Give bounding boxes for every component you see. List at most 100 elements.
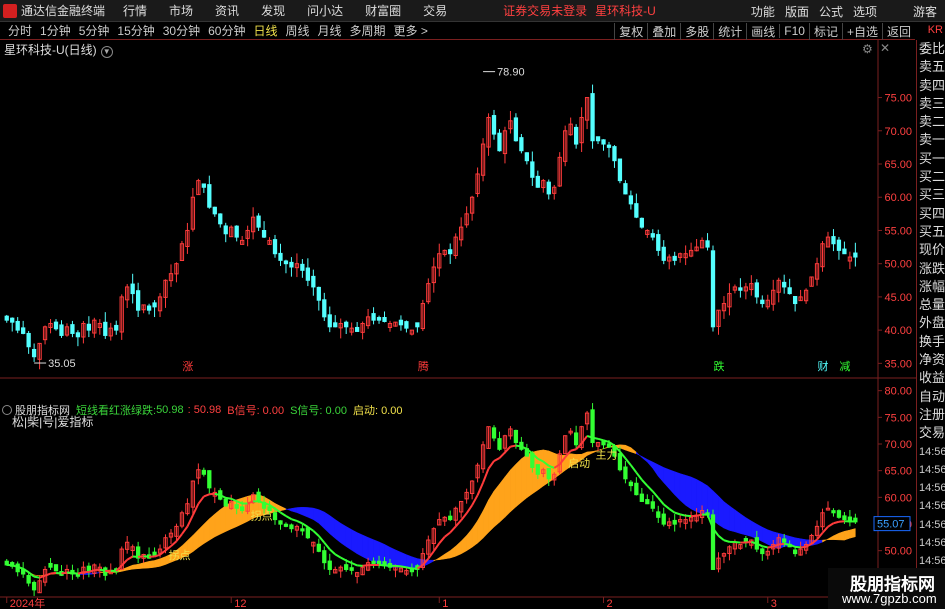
indicator-candle-body [782,538,787,543]
menu-item-formula[interactable]: 公式 [819,3,843,20]
sidebar-item[interactable]: 卖四 [917,77,945,95]
chevron-down-icon[interactable]: ▼ [100,46,113,58]
menu-item-quotes[interactable]: 行情 [123,2,147,19]
trend-line-segment [465,504,473,514]
period-1min[interactable]: 1分钟 [40,22,71,39]
chart-toolbar: 复权 叠加 多股 统计 画线 F10 标记 +自选 返回 [614,22,915,40]
period-daily[interactable]: 日线 [253,22,277,39]
indicator-toggle-icon[interactable] [2,405,12,415]
trend-line-segment [762,545,768,549]
sidebar-item[interactable]: 14:56 [917,497,945,515]
sidebar-item[interactable]: 换手 [917,333,945,351]
trend-line-segment [230,497,238,503]
chart-title-text: 星环科技-U(日线) [4,43,97,57]
menu-item-market[interactable]: 市场 [169,2,193,19]
menu-item-options[interactable]: 选项 [853,3,877,20]
sidebar-item[interactable]: 外盘 [917,314,945,332]
trend-line-segment [679,513,686,517]
menu-item-wealth[interactable]: 财富圈 [365,2,401,19]
menu-item-news[interactable]: 资讯 [215,2,239,19]
tool-draw[interactable]: 画线 [746,22,779,40]
candle-body [59,324,64,336]
tool-mark[interactable]: 标记 [808,22,842,40]
menu-item-layout[interactable]: 版面 [785,3,809,20]
sidebar-item[interactable]: 14:56 [917,516,945,534]
sidebar-item[interactable]: 14:56 [917,534,945,552]
tool-multi-stock[interactable]: 多股 [680,22,713,40]
period-more[interactable]: 更多 > [394,22,428,39]
sidebar-item[interactable]: 净资 [917,351,945,369]
sidebar-item[interactable]: 交易 [917,424,945,442]
guest-label[interactable]: 游客 [913,3,937,20]
close-icon[interactable]: ✕ [880,41,890,55]
candle-body [573,126,579,145]
trend-line-segment [279,511,287,517]
sidebar-item[interactable]: 14:56 [917,461,945,479]
trend-line-segment [170,540,178,547]
sidebar-item[interactable]: 买四 [917,205,945,223]
indicator-candle-body [48,562,53,568]
sidebar-item[interactable]: 收益 [917,369,945,387]
band-segment [362,534,369,560]
band-segment [816,539,823,545]
trend-line-segment [460,512,468,521]
menu-item-function[interactable]: 功能 [751,3,775,20]
band-segment [740,513,747,536]
indicator-candle-body [573,432,579,446]
period-weekly[interactable]: 周线 [285,22,309,39]
period-multi[interactable]: 多周期 [350,22,386,39]
sidebar-item[interactable]: 注册 [917,406,945,424]
tool-stats[interactable]: 统计 [713,22,746,40]
trend-line-segment [55,571,62,575]
tool-overlay[interactable]: 叠加 [647,22,680,40]
tool-add-watch[interactable]: +自选 [841,22,882,40]
tool-back[interactable]: 返回 [881,22,915,40]
gear-icon[interactable]: ⚙ [862,42,873,56]
period-15min[interactable]: 15分钟 [117,22,154,39]
sidebar-item[interactable]: 委比 [917,40,945,58]
sidebar-item[interactable]: 买五 [917,223,945,241]
sidebar-item[interactable]: 卖二 [917,113,945,131]
menu-item-xiaoda[interactable]: 问小达 [307,2,343,19]
signal-marker: 拐点 [168,548,190,562]
menu-item-discover[interactable]: 发现 [261,2,285,19]
period-monthly[interactable]: 月线 [318,22,342,39]
sidebar-item[interactable]: 涨幅 [917,278,945,296]
period-tick[interactable]: 分时 [8,22,32,39]
sidebar-item[interactable]: 卖五 [917,58,945,76]
candle-body [606,144,612,148]
period-5min[interactable]: 5分钟 [79,22,110,39]
period-30min[interactable]: 30分钟 [163,22,200,39]
tool-adjust[interactable]: 复权 [614,22,647,40]
sidebar-item[interactable]: 总量 [917,296,945,314]
indicator-candle-body [836,510,842,518]
sidebar-item[interactable]: 买二 [917,168,945,186]
indicator-candle-body [546,468,551,480]
sidebar-item[interactable]: 卖一 [917,131,945,149]
sidebar-item[interactable]: 买一 [917,150,945,168]
band-segment [203,518,210,545]
trend-line-segment [362,564,369,567]
tool-f10[interactable]: F10 [779,24,809,38]
login-warning[interactable]: 证券交易未登录 [503,2,587,19]
sidebar-item[interactable]: 买三 [917,186,945,204]
sidebar-item[interactable]: 涨跌 [917,260,945,278]
indicator-candle-body [316,543,321,552]
candle-body [448,249,453,255]
trend-line-segment [515,444,522,448]
candle-body [535,175,540,188]
candle-body [130,283,135,295]
band-segment [198,523,205,548]
period-60min[interactable]: 60分钟 [208,22,245,39]
menu-item-trade[interactable]: 交易 [423,2,447,19]
sidebar-item[interactable]: 卖三 [917,95,945,113]
sidebar-item[interactable]: 14:56 [917,479,945,497]
candle-body [710,250,716,328]
candle-body [836,239,842,251]
sidebar-item[interactable]: 现价 [917,241,945,259]
sidebar-item[interactable]: 14:56 [917,443,945,461]
chart-canvas[interactable]: 35.00 40.00 45.00 50.00 55.00 60.00 65.00 70.00… [0,40,916,609]
candle-body [261,230,267,238]
sidebar-item[interactable]: 自动 [917,388,945,406]
band-segment [334,519,341,544]
